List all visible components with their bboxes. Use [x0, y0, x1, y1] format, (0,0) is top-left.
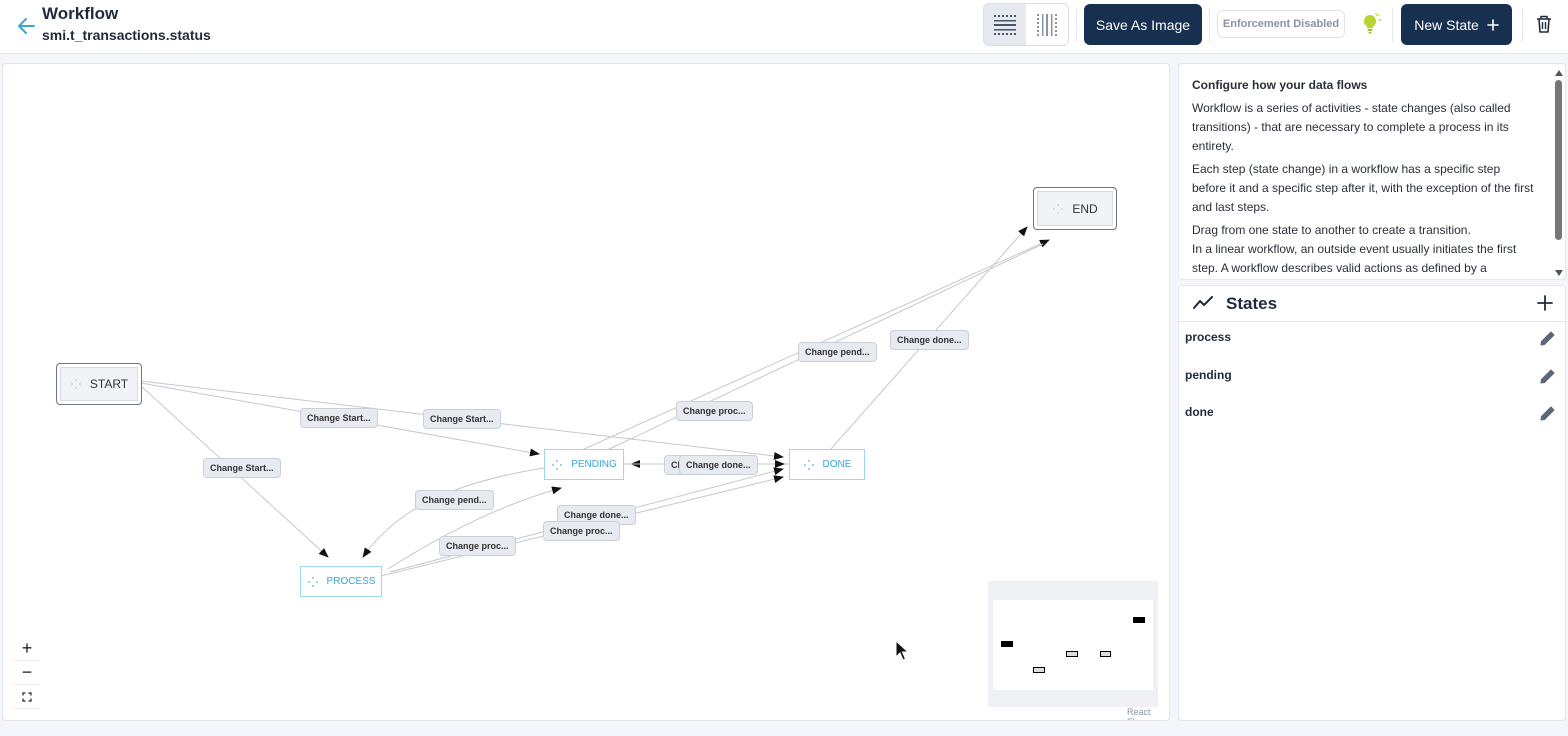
- edit-pencil-icon[interactable]: [1539, 329, 1557, 347]
- plus-icon: [1486, 18, 1499, 31]
- end-node[interactable]: END: [1033, 187, 1117, 230]
- back-arrow-icon[interactable]: [14, 14, 38, 38]
- drag-handle-icon: [70, 379, 81, 389]
- fit-view-button[interactable]: [13, 685, 41, 709]
- edit-pencil-icon[interactable]: [1539, 367, 1557, 385]
- start-node[interactable]: START: [56, 363, 142, 405]
- states-title: States: [1226, 294, 1278, 313]
- state-name: process: [1185, 330, 1232, 344]
- workflow-canvas[interactable]: Change Start... Change Start... Change S…: [2, 63, 1170, 721]
- title-block: Workflow smi.t_transactions.status: [42, 4, 211, 44]
- edge-label[interactable]: Change pend...: [798, 342, 877, 362]
- start-node-label: START: [89, 377, 129, 391]
- divider: [1209, 8, 1210, 42]
- new-state-label: New State: [1414, 16, 1479, 33]
- drag-handle-icon: [307, 576, 318, 587]
- header: Workflow smi.t_transactions.status Save …: [0, 0, 1568, 54]
- react-flow-attribution[interactable]: React Flow: [1127, 707, 1169, 720]
- done-node[interactable]: DONE: [789, 449, 865, 480]
- state-row-process[interactable]: process: [1179, 323, 1565, 353]
- zoom-in-button[interactable]: +: [13, 637, 41, 661]
- scroll-thumb[interactable]: [1555, 80, 1562, 240]
- info-paragraph: In a linear workflow, an outside event u…: [1192, 242, 1517, 275]
- states-panel: States process pending done: [1178, 285, 1566, 721]
- edge-label[interactable]: Change done...: [679, 455, 758, 475]
- end-node-label: END: [1072, 201, 1098, 216]
- pending-node[interactable]: PENDING: [544, 449, 624, 480]
- info-panel[interactable]: Configure how your data flows Workflow i…: [1178, 63, 1566, 280]
- new-state-button[interactable]: New State: [1401, 4, 1512, 45]
- drag-handle-icon: [1053, 203, 1064, 214]
- state-name: done: [1185, 405, 1214, 419]
- edge-label[interactable]: Change proc...: [543, 521, 620, 541]
- divider: [1522, 8, 1523, 42]
- minimap-done-node: [1100, 651, 1111, 657]
- fit-view-icon: [22, 691, 32, 702]
- trending-line-icon: [1193, 296, 1213, 309]
- minimap-pending-node: [1066, 651, 1078, 657]
- horizontal-layout-icon: [994, 14, 1016, 35]
- divider: [1392, 8, 1393, 42]
- info-scrollbar[interactable]: [1554, 68, 1563, 278]
- zoom-controls: + −: [13, 637, 41, 709]
- drag-handle-icon: [552, 459, 563, 470]
- zoom-out-button[interactable]: −: [13, 661, 41, 685]
- edge-label[interactable]: Change Start...: [203, 458, 281, 478]
- drag-handle-icon: [803, 459, 814, 470]
- pending-node-label: PENDING: [571, 459, 617, 470]
- save-as-image-label: Save As Image: [1095, 16, 1191, 33]
- minimap-process-node: [1033, 667, 1045, 673]
- minimap[interactable]: [988, 581, 1158, 707]
- process-node[interactable]: PROCESS: [300, 566, 382, 597]
- edit-pencil-icon[interactable]: [1539, 404, 1557, 422]
- edge-label[interactable]: Change proc...: [439, 536, 516, 556]
- enforcement-label: Enforcement Disabled: [1222, 18, 1340, 30]
- info-heading: Configure how your data flows: [1192, 78, 1368, 92]
- page-subtitle: smi.t_transactions.status: [42, 27, 211, 43]
- scroll-down-arrow-icon[interactable]: [1555, 270, 1563, 276]
- lightbulb-icon[interactable]: [1358, 12, 1382, 36]
- layout-toggle: [983, 3, 1069, 46]
- add-state-button[interactable]: [1535, 292, 1555, 314]
- done-node-label: DONE: [822, 459, 852, 470]
- info-paragraph: Workflow is a series of activities - sta…: [1192, 101, 1511, 153]
- trash-icon[interactable]: [1535, 14, 1553, 34]
- minimap-end-node: [1133, 617, 1145, 623]
- state-row-pending[interactable]: pending: [1179, 361, 1565, 391]
- minimap-viewport: [993, 600, 1153, 690]
- process-node-label: PROCESS: [326, 576, 376, 587]
- states-header: States: [1179, 286, 1565, 322]
- edge-label[interactable]: Change done...: [890, 330, 969, 350]
- vertical-layout-button[interactable]: [1026, 4, 1068, 45]
- scroll-up-arrow-icon[interactable]: [1555, 70, 1563, 76]
- state-name: pending: [1185, 368, 1232, 382]
- edge-label[interactable]: Change proc...: [676, 401, 753, 421]
- minimap-start-node: [1001, 641, 1013, 647]
- enforcement-badge[interactable]: Enforcement Disabled: [1217, 10, 1345, 38]
- edge-label[interactable]: Change Start...: [423, 409, 501, 429]
- info-paragraph: Drag from one state to another to create…: [1192, 223, 1471, 237]
- info-paragraph: Each step (state change) in a workflow h…: [1192, 162, 1534, 214]
- save-as-image-button[interactable]: Save As Image: [1084, 4, 1202, 45]
- state-row-done[interactable]: done: [1179, 398, 1565, 428]
- edge-label[interactable]: Change pend...: [415, 490, 494, 510]
- vertical-layout-icon: [1037, 13, 1057, 36]
- info-text: Configure how your data flows Workflow i…: [1192, 76, 1537, 279]
- page-title: Workflow: [42, 4, 119, 23]
- divider: [1076, 8, 1077, 42]
- horizontal-layout-button[interactable]: [984, 4, 1026, 45]
- mouse-cursor-icon: [895, 640, 910, 661]
- plus-icon: [1537, 295, 1553, 311]
- edge-label[interactable]: Change Start...: [300, 408, 378, 428]
